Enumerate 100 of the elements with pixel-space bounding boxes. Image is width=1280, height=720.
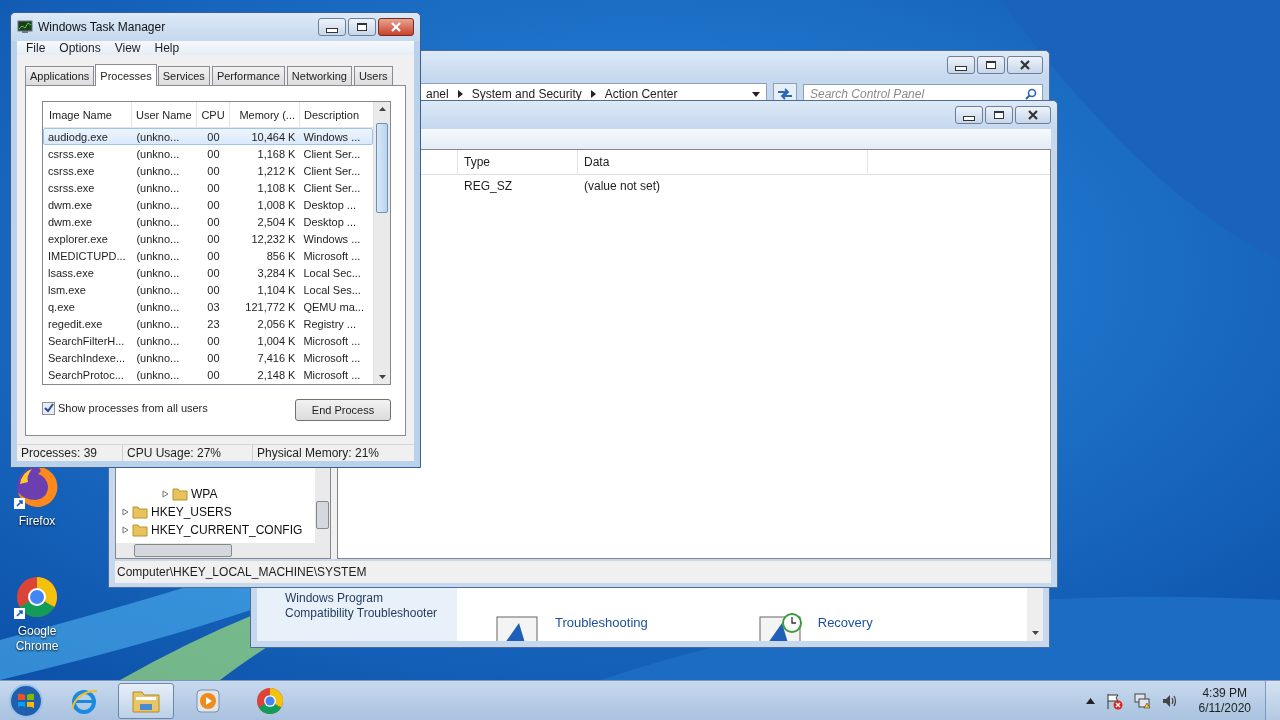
table-row[interactable]: audiodg.exe (unkno... 00 10,464 K Windows ... <box>43 128 373 145</box>
menu-item[interactable]: Options <box>53 41 107 55</box>
table-row[interactable]: q.exe (unkno... 03 121,772 K QEMU ma... <box>43 298 373 315</box>
start-button[interactable] <box>8 682 44 719</box>
maximize-button[interactable] <box>977 56 1005 74</box>
tab[interactable]: Networking <box>286 66 352 85</box>
maximize-button[interactable] <box>985 106 1013 124</box>
category-link[interactable]: Troubleshooting <box>555 615 648 630</box>
table-row[interactable]: lsm.exe (unkno... 00 1,104 K Local Ses... <box>43 281 373 298</box>
clock-date: 6/11/2020 <box>1198 700 1251 716</box>
dropdown-caret-icon[interactable] <box>752 91 760 97</box>
table-cell-text: 00 <box>206 334 221 347</box>
sidebar-link[interactable]: Windows Program Compatibility Troubleshooter <box>285 591 455 621</box>
checkbox[interactable] <box>42 401 55 415</box>
table-cell-text: SearchFilterH... <box>47 334 126 347</box>
table-cell-text: regedit.exe <box>47 317 104 330</box>
close-icon <box>390 22 402 32</box>
end-process-button[interactable]: End Process <box>295 399 391 421</box>
tab[interactable]: Performance <box>211 66 285 85</box>
minimize-button[interactable] <box>318 18 346 36</box>
column-header[interactable]: Image Name <box>43 102 132 127</box>
table-cell-text: Desktop ... <box>302 198 358 211</box>
checkbox-label[interactable]: Show processes from all users <box>58 402 208 414</box>
minimize-button[interactable] <box>947 56 975 74</box>
table-cell-text: 2,056 K <box>256 317 297 330</box>
search-icon[interactable] <box>1025 88 1037 100</box>
tree-item[interactable]: HKEY_CURRENT_CONFIG <box>151 523 303 537</box>
monitor-clock-icon[interactable] <box>757 613 804 641</box>
table-row[interactable]: dwm.exe (unkno... 00 2,504 K Desktop ... <box>43 213 373 230</box>
table-cell-text: csrss.exe <box>47 181 96 194</box>
column-header[interactable]: Type <box>458 150 578 174</box>
scrollbar[interactable] <box>116 543 330 558</box>
table-row[interactable]: lsass.exe (unkno... 00 3,284 K Local Sec... <box>43 264 373 281</box>
tree-item[interactable]: WPA <box>191 487 218 501</box>
taskbar-button[interactable] <box>118 682 174 719</box>
maximize-button[interactable] <box>348 18 376 36</box>
table-row[interactable]: explorer.exe (unkno... 00 12,232 K Windows ... <box>43 230 373 247</box>
tab[interactable]: Services <box>157 66 210 85</box>
column-header[interactable]: Description <box>300 102 373 127</box>
title-bar[interactable]: Windows Task Manager <box>11 13 420 41</box>
breadcrumb-item[interactable]: Action Center <box>604 87 678 101</box>
scroll-down-arrow-icon[interactable] <box>378 375 386 379</box>
desktop-icon-label[interactable]: Google Chrome <box>7 624 67 654</box>
network-icon[interactable] <box>1132 691 1151 710</box>
column-header[interactable]: User Name <box>132 102 197 127</box>
table-cell-text: (unkno... <box>135 215 181 228</box>
scroll-thumb[interactable] <box>376 123 388 213</box>
table-row[interactable]: SearchProtoc... (unkno... 00 2,148 K Microsoft ... <box>43 366 373 383</box>
status-text: Computer\HKEY_LOCAL_MACHINE\SYSTEM <box>117 565 367 579</box>
menu-item[interactable]: Help <box>148 41 186 55</box>
table-row[interactable]: csrss.exe (unkno... 00 1,168 K Client Ser... <box>43 145 373 162</box>
table-row[interactable]: csrss.exe (unkno... 00 1,108 K Client Ser... <box>43 179 373 196</box>
minimize-button[interactable] <box>955 106 983 124</box>
browser-circle-icon[interactable] <box>14 574 60 620</box>
table-row[interactable]: regedit.exe (unkno... 23 2,056 K Registry ... <box>43 315 373 332</box>
minimize-icon <box>326 27 338 33</box>
table-row[interactable]: SearchFilterH... (unkno... 00 1,004 K Microsoft ... <box>43 332 373 349</box>
column-header[interactable]: CPU <box>197 102 230 127</box>
status-text: CPU Usage: 27% <box>123 445 253 461</box>
close-button[interactable] <box>1007 56 1043 74</box>
expander-icon[interactable] <box>122 526 129 534</box>
show-hidden-icons-button[interactable] <box>1085 697 1095 704</box>
expander-icon[interactable] <box>162 490 169 498</box>
breadcrumb-item[interactable]: System and Security <box>471 87 582 101</box>
close-button[interactable] <box>378 18 414 36</box>
table-row[interactable]: IMEDICTUPD... (unkno... 00 856 K Microsoft ... <box>43 247 373 264</box>
column-header[interactable]: Data <box>578 150 868 174</box>
expander-icon[interactable] <box>122 508 129 516</box>
table-row[interactable]: csrss.exe (unkno... 00 1,212 K Client Ser... <box>43 162 373 179</box>
table-cell-text: 03 <box>206 300 221 313</box>
scroll-up-arrow-icon[interactable] <box>378 107 386 111</box>
table-cell-text: 3,284 K <box>256 266 297 279</box>
table-cell-text: (unkno... <box>135 198 181 211</box>
scrollbar[interactable] <box>373 102 390 384</box>
window-title: Windows Task Manager <box>38 20 166 34</box>
monitor-icon[interactable] <box>495 613 541 641</box>
table-cell-text: 1,212 K <box>256 164 297 177</box>
chevron-icon <box>457 90 463 98</box>
tab[interactable]: Users <box>353 66 393 85</box>
table-cell-text: 00 <box>206 283 221 296</box>
tab[interactable]: Processes <box>95 64 157 86</box>
desktop-icon-label[interactable]: Firefox <box>7 514 67 529</box>
table-row[interactable]: SearchIndexe... (unkno... 00 7,416 K Microsoft ... <box>43 349 373 366</box>
scroll-down-arrow-icon[interactable] <box>1031 631 1039 635</box>
close-button[interactable] <box>1015 106 1051 124</box>
category-link[interactable]: Recovery <box>817 615 873 630</box>
tab[interactable]: Applications <box>25 66 95 85</box>
table-cell-text: QEMU ma... <box>302 300 365 313</box>
tree-item[interactable]: HKEY_USERS <box>151 505 232 519</box>
menu-item[interactable]: File <box>20 41 52 55</box>
menu-item[interactable]: View <box>108 41 147 55</box>
maximize-icon <box>357 23 367 31</box>
breadcrumb-item[interactable]: anel <box>426 87 449 101</box>
column-header[interactable]: Memory (... <box>230 102 300 127</box>
table-row[interactable]: dwm.exe (unkno... 00 1,008 K Desktop ... <box>43 196 373 213</box>
table-cell-text: 1,104 K <box>256 283 297 296</box>
clock-time: 4:39 PM <box>1202 685 1248 701</box>
flag-icon[interactable] <box>1104 691 1123 710</box>
table-cell-text: 121,772 K <box>244 300 297 313</box>
clock[interactable]: 4:39 PM 6/11/2020 <box>1198 685 1251 716</box>
